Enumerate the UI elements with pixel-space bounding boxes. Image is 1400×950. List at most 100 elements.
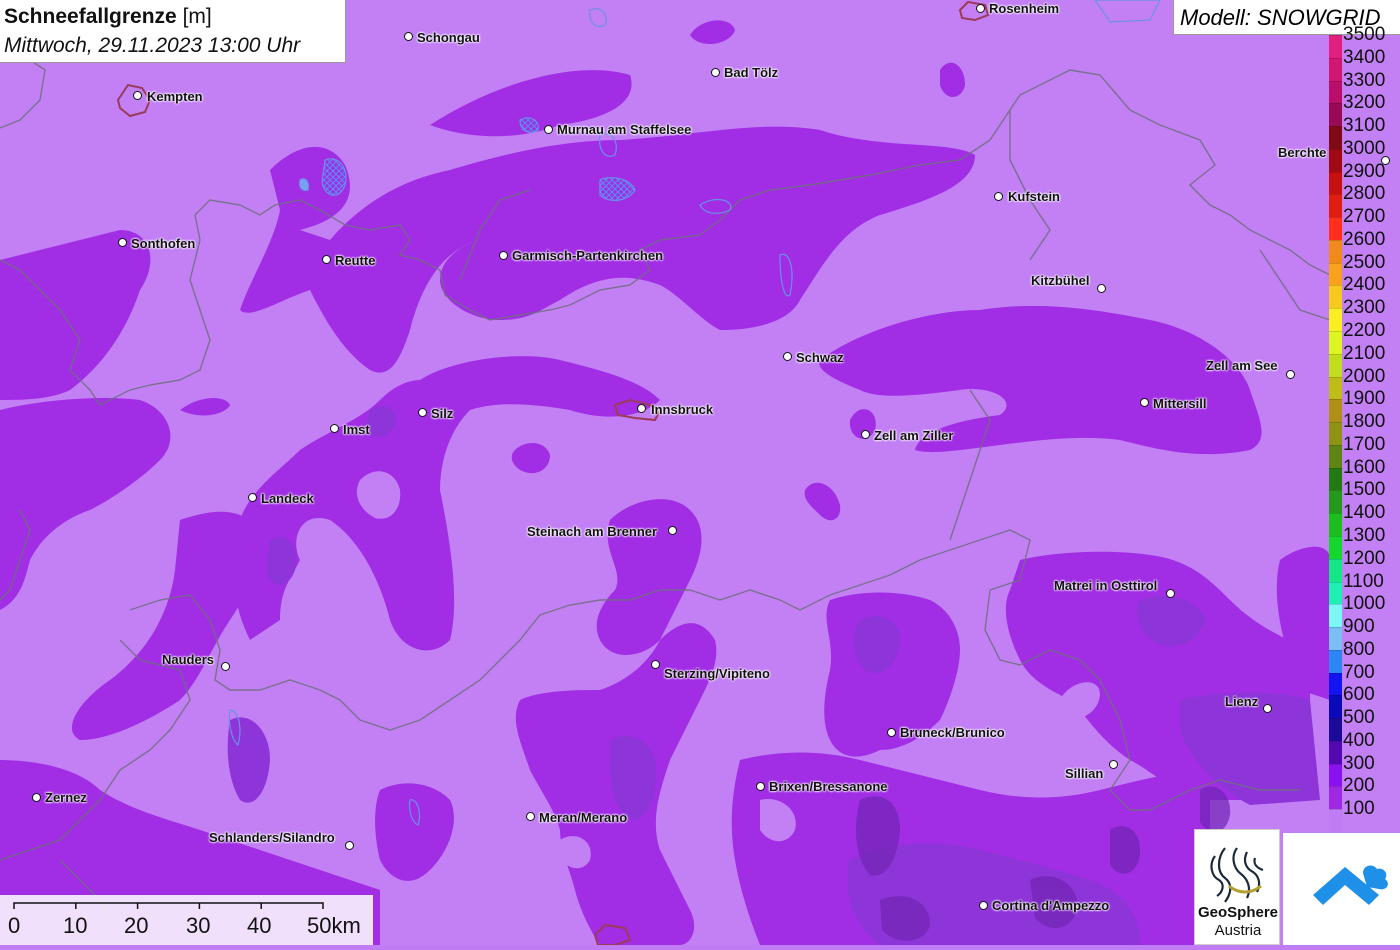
map-datetime: Mittwoch, 29.11.2023 13:00 Uhr: [4, 34, 301, 57]
terrain-relief: [0, 0, 1400, 945]
legend-swatch: [1329, 444, 1342, 468]
city-label: Garmisch-Partenkirchen: [512, 248, 664, 263]
city-marker: [1166, 589, 1175, 598]
city-marker: [418, 408, 427, 417]
cloud-arrow-icon: [1313, 865, 1388, 905]
weather-service-logo[interactable]: [1283, 833, 1400, 945]
legend-swatch: [1329, 35, 1342, 58]
city-label: Lienz: [1225, 694, 1259, 709]
legend-swatch: [1329, 285, 1342, 309]
city-marker: [756, 782, 765, 791]
legend-label: 1800: [1343, 411, 1386, 433]
legend-swatch: [1329, 786, 1342, 810]
legend-label: 1400: [1343, 502, 1386, 524]
city-marker: [32, 793, 41, 802]
legend-label: 3300: [1343, 69, 1386, 91]
scale-label-40: 40: [247, 913, 272, 938]
snow-line-map[interactable]: [0, 0, 1400, 945]
legend-label: 1100: [1343, 570, 1384, 592]
city-label: Sillian: [1065, 766, 1104, 781]
scale-label-30: 30: [186, 913, 211, 938]
legend-swatch: [1329, 558, 1342, 582]
legend-swatch: [1329, 57, 1342, 81]
city-marker: [887, 728, 896, 737]
legend-swatch: [1329, 809, 1342, 832]
legend-label: 3000: [1343, 137, 1386, 159]
legend-swatch: [1329, 217, 1342, 240]
city-label: Zell am See: [1206, 358, 1278, 373]
legend-label: 1300: [1343, 524, 1386, 546]
legend-label: 1700: [1343, 433, 1386, 455]
city-label: Murnau am Staffelsee: [557, 122, 692, 137]
legend-swatch: [1329, 194, 1342, 218]
city-marker: [330, 424, 339, 433]
legend-swatch: [1329, 80, 1342, 104]
city-label: Berchte: [1278, 145, 1327, 160]
map-title: Schneefallgrenze: [4, 5, 177, 28]
geosphere-name: GeoSphere: [1197, 904, 1279, 921]
legend-label: 100: [1343, 798, 1375, 820]
city-marker: [1286, 370, 1295, 379]
legend-swatch: [1329, 718, 1342, 741]
legend-label: 500: [1343, 707, 1375, 729]
legend-label: 2700: [1343, 206, 1386, 228]
legend-label: 600: [1343, 684, 1375, 706]
legend-swatch: [1329, 649, 1342, 673]
city-label: Mittersill: [1153, 396, 1207, 411]
legend-swatch: [1329, 376, 1342, 400]
legend-swatch: [1329, 604, 1342, 628]
legend-label: 1000: [1343, 593, 1386, 615]
city-label: Landeck: [261, 491, 314, 506]
city-marker: [133, 91, 142, 100]
legend-label: 2300: [1343, 297, 1386, 319]
legend-label: 1200: [1343, 547, 1386, 569]
legend-label: 3200: [1343, 92, 1386, 114]
scale-label-20: 20: [124, 913, 149, 938]
city-label: Bad Tölz: [724, 65, 779, 80]
city-label: Schongau: [417, 30, 480, 45]
legend-swatch: [1329, 331, 1342, 354]
city-label: Kufstein: [1008, 189, 1060, 204]
city-label: Reutte: [335, 253, 376, 268]
city-marker: [248, 493, 257, 502]
city-marker: [322, 255, 331, 264]
legend-swatch: [1329, 581, 1342, 605]
legend-label: 3100: [1343, 115, 1386, 137]
city-label: Zernez: [45, 790, 87, 805]
city-marker: [526, 812, 535, 821]
geosphere-logo[interactable]: GeoSphere Austria: [1194, 829, 1280, 945]
city-marker: [345, 841, 354, 850]
city-marker: [1140, 398, 1149, 407]
geosphere-emblem-icon: [1210, 847, 1264, 903]
city-marker: [1097, 284, 1106, 293]
legend-label: 200: [1343, 775, 1375, 797]
city-marker: [637, 404, 646, 413]
city-label: Sonthofen: [131, 236, 196, 251]
city-label: Schlanders/Silandro: [209, 830, 335, 845]
city-marker: [1109, 760, 1118, 769]
legend-swatch: [1329, 490, 1342, 514]
city-label: Cortina d'Ampezzo: [992, 898, 1110, 913]
legend-label: 1500: [1343, 479, 1386, 501]
legend-label: 400: [1343, 729, 1375, 751]
legend-label: 3400: [1343, 46, 1386, 68]
city-marker: [668, 526, 677, 535]
legend-swatch: [1329, 171, 1342, 195]
legend-label: 2800: [1343, 183, 1386, 205]
legend-label: 1600: [1343, 456, 1386, 478]
city-label: Zell am Ziller: [874, 428, 954, 443]
color-legend: 3500 3400 3300 3200 3100 3000 2900 2800 2700 2600…: [1329, 24, 1400, 832]
scale-label-50km: 50km: [307, 913, 361, 938]
legend-swatch: [1329, 422, 1342, 445]
city-marker: [221, 662, 230, 671]
city-marker: [651, 660, 660, 669]
legend-label: 2500: [1343, 251, 1386, 273]
legend-swatch: [1329, 308, 1342, 332]
legend-label: 700: [1343, 661, 1375, 683]
legend-swatch: [1329, 672, 1342, 696]
scale-bar: 0 10 20 30 40 50km: [0, 895, 373, 945]
legend-label: 2400: [1343, 274, 1386, 296]
city-marker: [979, 901, 988, 910]
city-marker: [118, 238, 127, 247]
legend-label: 2900: [1343, 160, 1386, 182]
